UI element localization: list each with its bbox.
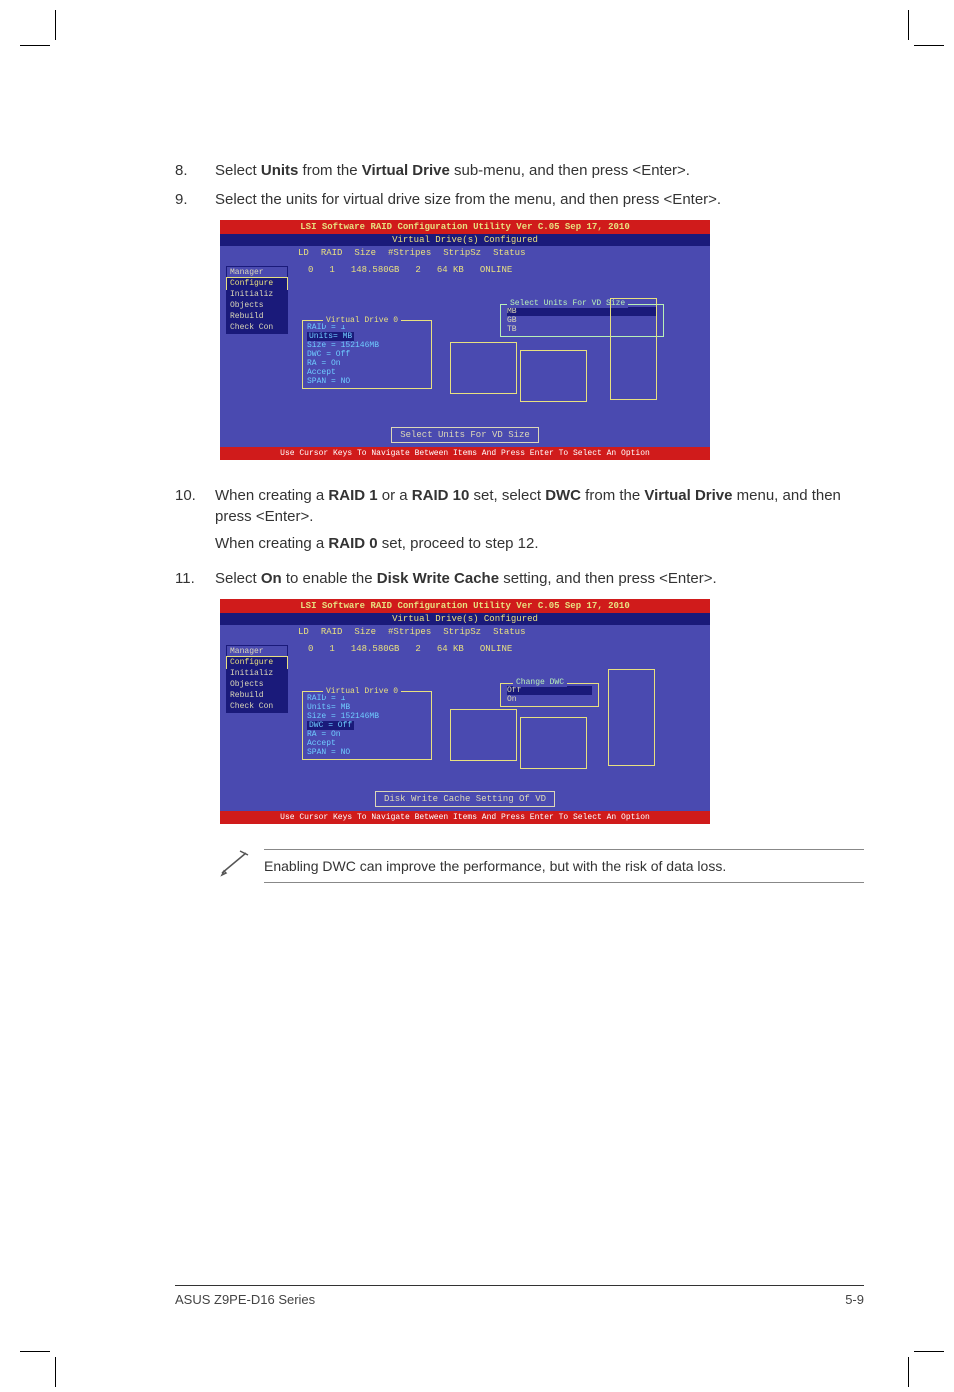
- step-9: 9. Select the units for virtual drive si…: [175, 189, 864, 210]
- col-raid: RAID: [315, 627, 349, 637]
- bios-left-menu: Manager Configure Initializ Objects Rebu…: [226, 266, 288, 334]
- vd-title: Virtual Drive 0: [323, 687, 401, 696]
- bios-column-headers: LD RAID Size #Stripes StripSz Status: [220, 246, 710, 260]
- empty-panel: [450, 709, 517, 761]
- bios-subtitle: Virtual Drive(s) Configured: [220, 613, 710, 625]
- vd-dwc: DWC = Off: [307, 350, 427, 359]
- col-raid: RAID: [315, 248, 349, 258]
- bios-status-bar: Disk Write Cache Setting Of VD: [220, 787, 710, 811]
- vd-size: Size = 152146MB: [307, 341, 427, 350]
- col-stripes: #Stripes: [382, 248, 437, 258]
- empty-panel: [610, 298, 657, 400]
- step-10: 10. When creating a RAID 1 or a RAID 10 …: [175, 485, 864, 560]
- step-text: When creating a RAID 1 or a RAID 10 set,…: [215, 485, 864, 560]
- vd-ra: RA = On: [307, 359, 427, 368]
- note-icon: [220, 849, 252, 884]
- val-size: 148.580GB: [343, 644, 408, 654]
- step-8: 8. Select Units from the Virtual Drive s…: [175, 160, 864, 181]
- val-status: ONLINE: [472, 265, 520, 275]
- vd-units: Units= MB: [307, 703, 427, 712]
- menu-objects: Objects: [227, 679, 287, 690]
- bios-subtitle: Virtual Drive(s) Configured: [220, 234, 710, 246]
- vd-span: SPAN = NO: [307, 748, 427, 757]
- col-stripes: #Stripes: [382, 627, 437, 637]
- val-raid: 1: [321, 644, 342, 654]
- vd-units: Units= MB: [307, 332, 427, 341]
- step-number: 10.: [175, 485, 215, 560]
- bios-screenshot-1: LSI Software RAID Configuration Utility …: [220, 220, 710, 460]
- val-ld: 0: [300, 644, 321, 654]
- menu-check: Check Con: [227, 322, 287, 333]
- step-text: Select Units from the Virtual Drive sub-…: [215, 160, 864, 181]
- empty-panel: [520, 350, 587, 402]
- val-status: ONLINE: [472, 644, 520, 654]
- dwc-on: On: [507, 695, 592, 704]
- col-size: Size: [348, 248, 382, 258]
- val-stripes: 2: [407, 644, 428, 654]
- menu-initialize: Initializ: [227, 289, 287, 300]
- val-stripes: 2: [407, 265, 428, 275]
- col-status: Status: [487, 627, 531, 637]
- empty-panel: [608, 669, 655, 766]
- col-size: Size: [348, 627, 382, 637]
- vd-title: Virtual Drive 0: [323, 316, 401, 325]
- vd-span: SPAN = NO: [307, 377, 427, 386]
- bios-title: LSI Software RAID Configuration Utility …: [220, 599, 710, 613]
- vd-accept: Accept: [307, 368, 427, 377]
- step-text: Select On to enable the Disk Write Cache…: [215, 568, 864, 589]
- bios-footer: Use Cursor Keys To Navigate Between Item…: [220, 447, 710, 460]
- dwc-off: Off: [507, 686, 592, 695]
- step-number: 9.: [175, 189, 215, 210]
- col-status: Status: [487, 248, 531, 258]
- col-stripsz: StripSz: [437, 248, 487, 258]
- val-ld: 0: [300, 265, 321, 275]
- col-stripsz: StripSz: [437, 627, 487, 637]
- vd-size: Size = 152146MB: [307, 712, 427, 721]
- menu-objects: Objects: [227, 300, 287, 311]
- step-text: Select the units for virtual drive size …: [215, 189, 864, 210]
- vd-accept: Accept: [307, 739, 427, 748]
- val-raid: 1: [321, 265, 342, 275]
- empty-panel: [450, 342, 517, 394]
- change-dwc-popup: Change DWC Off On: [500, 683, 599, 707]
- bios-column-headers: LD RAID Size #Stripes StripSz Status: [220, 625, 710, 639]
- bios-left-menu: Manager Configure Initializ Objects Rebu…: [226, 645, 288, 713]
- menu-check: Check Con: [227, 701, 287, 712]
- col-ld: LD: [292, 627, 315, 637]
- vd-ra: RA = On: [307, 730, 427, 739]
- menu-initialize: Initializ: [227, 668, 287, 679]
- bios-title: LSI Software RAID Configuration Utility …: [220, 220, 710, 234]
- menu-rebuild: Rebuild: [227, 690, 287, 701]
- val-stripsz: 64 KB: [429, 265, 472, 275]
- dwc-title: Change DWC: [513, 678, 567, 687]
- bios-data-row: 0 1 148.580GB 2 64 KB ONLINE: [224, 643, 706, 662]
- bios-data-row: 0 1 148.580GB 2 64 KB ONLINE: [224, 264, 706, 283]
- note-text: Enabling DWC can improve the performance…: [264, 849, 864, 883]
- footer-right: 5-9: [845, 1292, 864, 1307]
- val-stripsz: 64 KB: [429, 644, 472, 654]
- bios-screenshot-2: LSI Software RAID Configuration Utility …: [220, 599, 710, 824]
- step-11: 11. Select On to enable the Disk Write C…: [175, 568, 864, 589]
- vd-dwc: DWC = Off: [307, 721, 427, 730]
- bios-footer: Use Cursor Keys To Navigate Between Item…: [220, 811, 710, 824]
- status-text: Select Units For VD Size: [391, 427, 539, 443]
- step-number: 11.: [175, 568, 215, 589]
- menu-rebuild: Rebuild: [227, 311, 287, 322]
- val-size: 148.580GB: [343, 265, 408, 275]
- virtual-drive-box: Virtual Drive 0 RAID = 1 Units= MB Size …: [302, 691, 432, 760]
- note-callout: Enabling DWC can improve the performance…: [220, 849, 864, 884]
- col-ld: LD: [292, 248, 315, 258]
- page-footer: ASUS Z9PE-D16 Series 5-9: [175, 1285, 864, 1307]
- virtual-drive-box: Virtual Drive 0 RAID = 1 Units= MB Size …: [302, 320, 432, 389]
- step-number: 8.: [175, 160, 215, 181]
- footer-left: ASUS Z9PE-D16 Series: [175, 1292, 315, 1307]
- bios-status-bar: Select Units For VD Size: [220, 423, 710, 447]
- empty-panel: [520, 717, 587, 769]
- status-text: Disk Write Cache Setting Of VD: [375, 791, 555, 807]
